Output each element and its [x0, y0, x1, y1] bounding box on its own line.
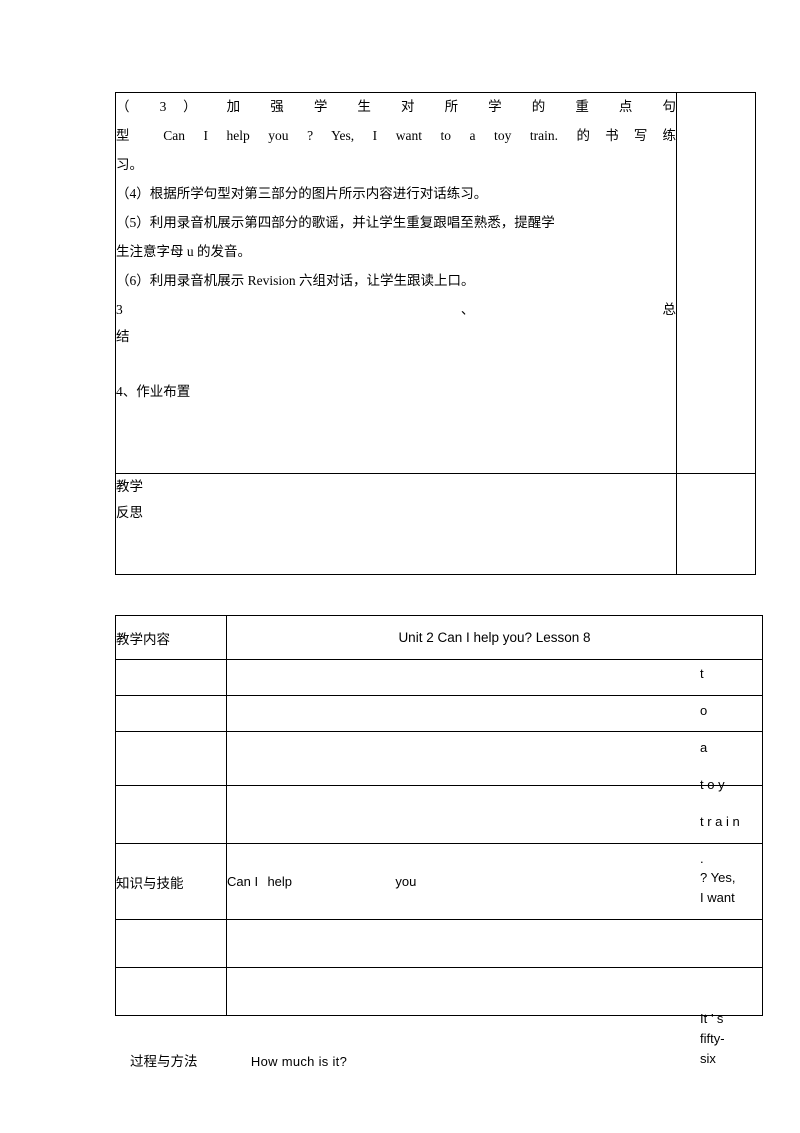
table-row: （ 3 ） 加 强 学 生 对 所 学 的 重 点 句 型 Can I help…	[115, 92, 756, 474]
table-row: 教学 反思	[115, 473, 756, 575]
reflection-label-line2: 反思	[116, 505, 143, 520]
margin-block2-line1: ? Yes,	[700, 870, 736, 885]
margin-frag-3: t o y	[700, 777, 725, 792]
margin-block2-line2: I want	[700, 890, 735, 905]
table-row	[115, 731, 763, 786]
margin-frag-4: t r a i n	[700, 814, 740, 829]
summary-mark: 、	[460, 302, 475, 317]
process-method-label: 过程与方法	[130, 1054, 198, 1069]
process-method-question: How much is it?	[250, 1054, 348, 1069]
table-row: 教学内容 Unit 2 Can I help you? Lesson 8	[115, 615, 763, 660]
empty-value-cell-1	[226, 659, 763, 696]
step-5-line2: 生注意字母 u 的发音。	[116, 244, 251, 259]
lesson-steps-cell: （ 3 ） 加 强 学 生 对 所 学 的 重 点 句 型 Can I help…	[115, 92, 677, 474]
margin-block3-line1: It ’ s	[700, 1011, 724, 1026]
summary-word-1: 总	[662, 302, 677, 317]
table-row	[115, 919, 763, 968]
empty-value-cell-3	[226, 731, 763, 786]
summary-number: 3	[116, 302, 123, 317]
empty-label-cell-4	[115, 785, 227, 844]
margin-overflow-column: t o a t o y t r a i n .	[700, 655, 795, 877]
empty-value-cell-6	[226, 967, 763, 1016]
lesson-steps-right-cell	[676, 92, 756, 474]
empty-value-cell-2	[226, 695, 763, 732]
teaching-reflection-label: 教学 反思	[115, 473, 677, 575]
empty-value-cell-5	[226, 919, 763, 968]
empty-label-cell-5	[115, 919, 227, 968]
margin-overflow-block-2: ? Yes, I want	[700, 868, 795, 908]
knowledge-en-part3: you	[395, 873, 417, 889]
margin-overflow-block-3: It ’ s fifty- six	[700, 1009, 795, 1069]
step-3-line2: 型 Can I help you ? Yes, I want to a toy …	[116, 128, 676, 143]
reflection-label-line1: 教学	[116, 479, 143, 494]
step-4: （4）根据所学句型对第三部分的图片所示内容进行对话练习。	[116, 186, 488, 201]
empty-label-cell-2	[115, 695, 227, 732]
table-row	[115, 785, 763, 844]
knowledge-en-part2: help	[267, 873, 293, 889]
knowledge-en-part1: Can I	[227, 873, 259, 889]
teaching-reflection-body	[676, 473, 756, 575]
table-row	[115, 695, 763, 732]
margin-frag-2: a	[700, 740, 708, 755]
lesson-plan-table: （ 3 ） 加 强 学 生 对 所 学 的 重 点 句 型 Can I help…	[115, 92, 756, 575]
table-row	[115, 659, 763, 696]
homework-heading: 4、作业布置	[116, 384, 191, 399]
step-6: （6）利用录音机展示 Revision 六组对话，让学生跟读上口。	[116, 273, 475, 288]
empty-label-cell-1	[115, 659, 227, 696]
empty-label-cell-3	[115, 731, 227, 786]
margin-block3-line2: fifty-	[700, 1031, 725, 1046]
table-row: 知识与技能 Can I help you	[115, 843, 763, 920]
lesson-info-table: 教学内容 Unit 2 Can I help you? Lesson 8 知识与…	[115, 615, 763, 1016]
step-5-line1: （5）利用录音机展示第四部分的歌谣，并让学生重复跟唱至熟悉，提醒学	[116, 215, 555, 230]
content-label-cell: 教学内容	[115, 615, 227, 660]
step-3-line3: 习。	[116, 157, 143, 172]
empty-label-cell-6	[115, 967, 227, 1016]
process-method-row: 过程与方法 How much is it?	[130, 1050, 690, 1070]
table-row	[115, 967, 763, 1016]
document-page: （ 3 ） 加 强 学 生 对 所 学 的 重 点 句 型 Can I help…	[0, 0, 800, 1133]
content-value-cell: Unit 2 Can I help you? Lesson 8	[226, 615, 763, 660]
margin-block3-line3: six	[700, 1051, 716, 1066]
summary-word-2: 结	[116, 329, 130, 344]
knowledge-skill-label: 知识与技能	[115, 843, 227, 920]
summary-heading-line: 3 、 总	[116, 296, 676, 323]
margin-frag-1: o	[700, 703, 708, 718]
empty-value-cell-4	[226, 785, 763, 844]
step-3-line1: （ 3 ） 加 强 学 生 对 所 学 的 重 点 句	[116, 99, 676, 114]
margin-frag-0: t	[700, 666, 704, 681]
knowledge-skill-value: Can I help you	[226, 843, 763, 920]
